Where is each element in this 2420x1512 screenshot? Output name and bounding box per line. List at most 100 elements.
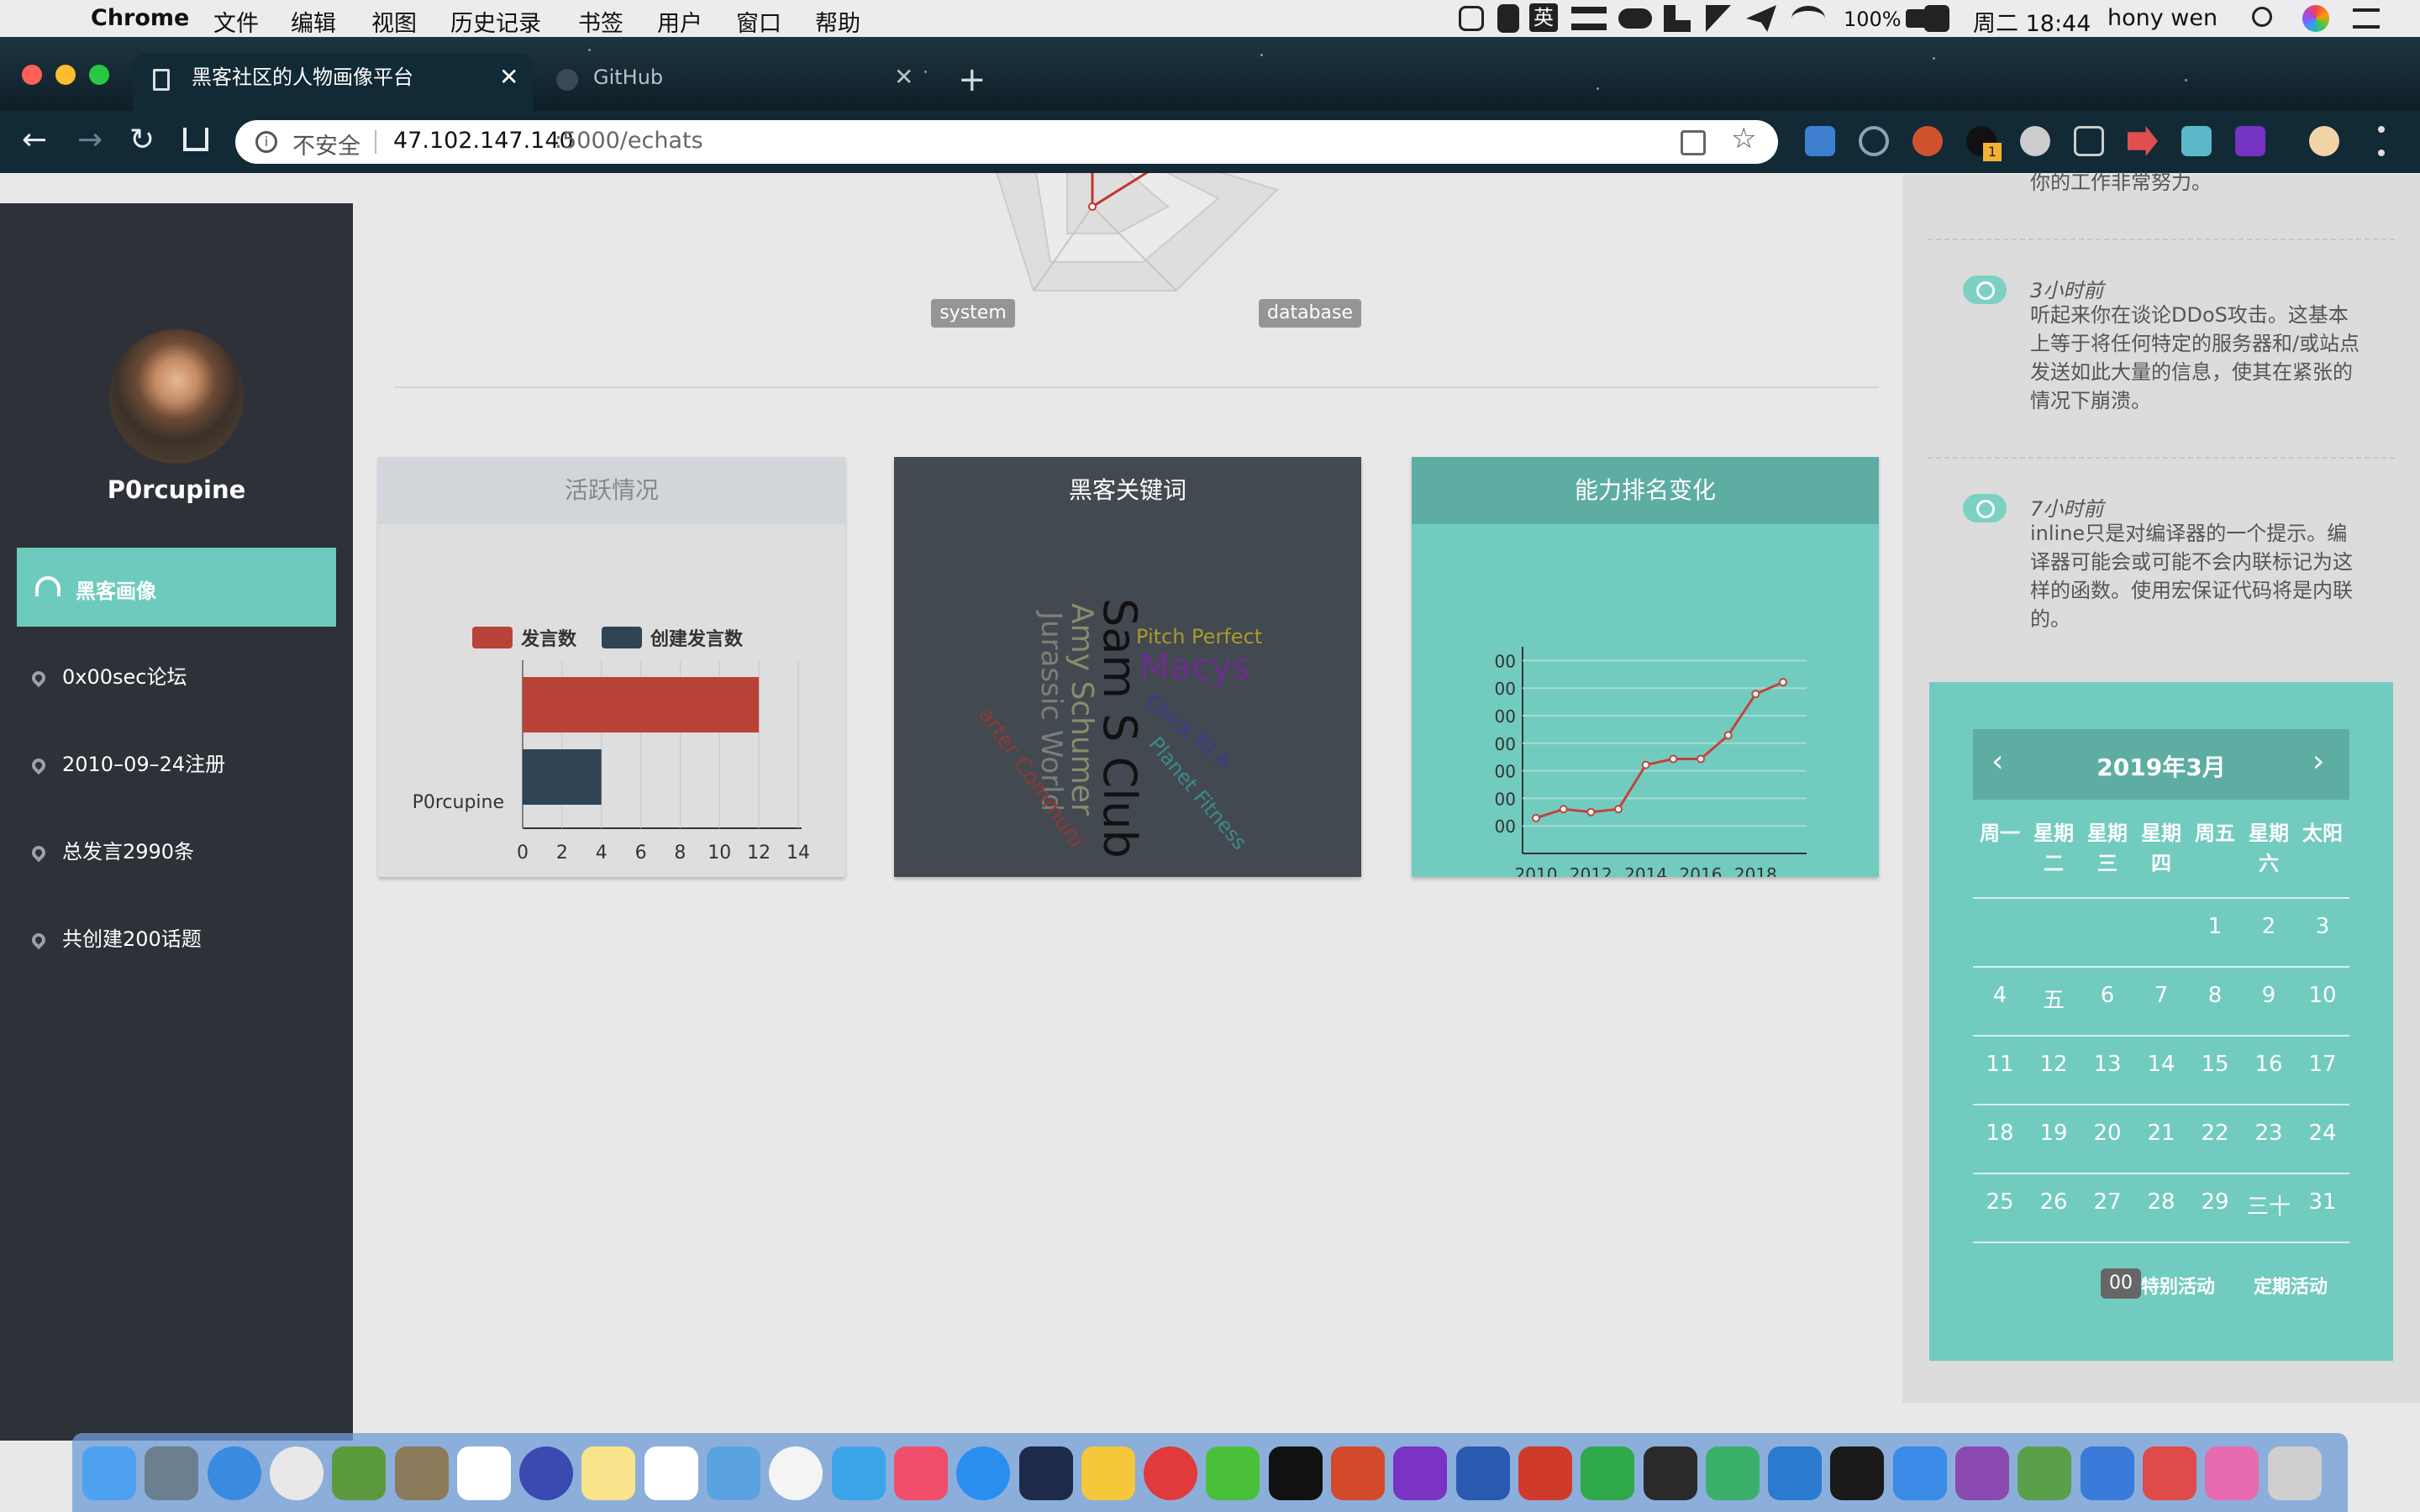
menu-edit[interactable]: 编辑 bbox=[291, 5, 336, 38]
url-path[interactable]: :5000/echats bbox=[555, 128, 703, 154]
menu-view[interactable]: 视图 bbox=[371, 5, 417, 38]
menu-help[interactable]: 帮助 bbox=[815, 5, 860, 38]
dock-qq-icon[interactable] bbox=[1268, 1446, 1323, 1500]
chrome-menu-icon[interactable] bbox=[2378, 126, 2385, 156]
input-method-icon[interactable]: 英 bbox=[1529, 3, 1558, 32]
dock-notes-icon[interactable] bbox=[581, 1446, 636, 1500]
dock-app-16-icon[interactable] bbox=[1018, 1446, 1073, 1500]
calendar-day[interactable]: 27 bbox=[2081, 1189, 2134, 1215]
calendar-day[interactable]: 8 bbox=[2188, 983, 2242, 1008]
status-icon-4[interactable] bbox=[1571, 7, 1607, 30]
dock-vscode-icon[interactable] bbox=[1768, 1446, 1823, 1500]
calendar-day[interactable]: 9 bbox=[2242, 983, 2296, 1008]
dock-siri-icon[interactable] bbox=[519, 1446, 574, 1500]
extension-6-icon[interactable] bbox=[2074, 126, 2104, 156]
window-close-button[interactable] bbox=[22, 65, 42, 85]
nav-item-registered[interactable]: 2010–09–24注册 bbox=[29, 748, 225, 777]
notification-center-icon[interactable] bbox=[2353, 8, 2380, 29]
new-tab-button[interactable]: + bbox=[958, 60, 986, 99]
extension-5-icon[interactable] bbox=[2020, 126, 2050, 156]
bookmark-star-icon[interactable]: ☆ bbox=[1731, 122, 1756, 155]
menu-history[interactable]: 历史记录 bbox=[450, 5, 541, 38]
calendar-day[interactable]: 五 bbox=[2027, 983, 2081, 1014]
extension-4-icon[interactable]: 1 bbox=[1966, 126, 2002, 161]
dock-photos-icon[interactable] bbox=[769, 1446, 823, 1500]
nav-item-post-count[interactable]: 总发言2990条 bbox=[29, 835, 194, 864]
user-name[interactable]: hony wen bbox=[2107, 5, 2217, 31]
dock-messages-icon[interactable] bbox=[831, 1446, 886, 1500]
calendar-day[interactable]: 10 bbox=[2296, 983, 2349, 1008]
dock-android-studio-icon[interactable] bbox=[2018, 1446, 2072, 1500]
dock-launchpad-icon[interactable] bbox=[145, 1446, 199, 1500]
menu-people[interactable]: 用户 bbox=[657, 5, 702, 38]
calendar-day[interactable]: 2 bbox=[2242, 914, 2296, 939]
special-events-link[interactable]: 特别活动 bbox=[2141, 1272, 2215, 1299]
calendar-day[interactable]: 3 bbox=[2296, 914, 2349, 939]
dock-app-33-icon[interactable] bbox=[2080, 1446, 2134, 1500]
app-menu[interactable]: Chrome bbox=[91, 5, 189, 31]
calendar-day[interactable]: 24 bbox=[2296, 1121, 2349, 1146]
extension-2-icon[interactable] bbox=[1859, 126, 1889, 156]
security-label[interactable]: 不安全 bbox=[292, 128, 360, 160]
clock[interactable]: 周二 18:44 bbox=[1973, 5, 2091, 38]
nav-item-hacker-profile[interactable]: 黑客画像 bbox=[17, 548, 336, 627]
dock-trash-icon[interactable] bbox=[2267, 1446, 2322, 1500]
status-icon-1[interactable] bbox=[1459, 6, 1484, 31]
layout-icon[interactable] bbox=[1664, 5, 1691, 32]
translate-icon[interactable] bbox=[1681, 130, 1706, 155]
dock-app-5-icon[interactable] bbox=[332, 1446, 387, 1500]
dock-mail-app-icon[interactable] bbox=[1518, 1446, 1572, 1500]
window-zoom-button[interactable] bbox=[89, 65, 109, 85]
calendar-day[interactable]: 6 bbox=[2081, 983, 2134, 1008]
dock-calendar-icon[interactable] bbox=[456, 1446, 511, 1500]
calendar-day[interactable]: 18 bbox=[1973, 1121, 2027, 1146]
calendar-day[interactable]: 7 bbox=[2134, 983, 2188, 1008]
calendar-day[interactable]: 20 bbox=[2081, 1121, 2134, 1146]
nav-item-forum[interactable]: 0x00sec论坛 bbox=[29, 660, 187, 690]
window-minimize-button[interactable] bbox=[55, 65, 76, 85]
calendar-day[interactable]: 25 bbox=[1973, 1189, 2027, 1215]
calendar-day[interactable]: 17 bbox=[2296, 1052, 2349, 1077]
calendar-day[interactable]: 28 bbox=[2134, 1189, 2188, 1215]
menu-window[interactable]: 窗口 bbox=[736, 5, 781, 38]
menu-file[interactable]: 文件 bbox=[213, 5, 259, 38]
onenote-ext-icon[interactable] bbox=[2235, 126, 2265, 156]
dock-netease-music-icon[interactable] bbox=[1144, 1446, 1198, 1500]
forward-icon[interactable]: → bbox=[77, 123, 103, 157]
tab-close-icon[interactable]: ✕ bbox=[894, 54, 913, 101]
cloud-icon[interactable] bbox=[1618, 8, 1652, 29]
tab-close-icon[interactable]: ✕ bbox=[499, 54, 518, 101]
dock-app-35-icon[interactable] bbox=[2205, 1446, 2260, 1500]
calendar-day[interactable]: 1 bbox=[2188, 914, 2242, 939]
calendar-day[interactable]: 11 bbox=[1973, 1052, 2027, 1077]
dock-app-store-icon[interactable] bbox=[956, 1446, 1011, 1500]
calendar-day[interactable]: 16 bbox=[2242, 1052, 2296, 1077]
dock-app-34-icon[interactable] bbox=[2142, 1446, 2196, 1500]
siri-icon[interactable] bbox=[2302, 5, 2329, 32]
dock-chrome-icon[interactable] bbox=[269, 1446, 324, 1500]
dock-h-app-icon[interactable] bbox=[1705, 1446, 1760, 1500]
profile-avatar-icon[interactable] bbox=[2309, 126, 2339, 156]
dock-powerpoint-icon[interactable] bbox=[1331, 1446, 1385, 1500]
dock-preview-icon[interactable] bbox=[394, 1446, 449, 1500]
calendar-day[interactable]: 4 bbox=[1973, 983, 2027, 1008]
spotlight-search-icon[interactable] bbox=[2252, 7, 2272, 27]
calendar-day[interactable]: 三十 bbox=[2242, 1189, 2296, 1221]
nav-item-topic-count[interactable]: 共创建200话题 bbox=[29, 922, 202, 952]
p-status-icon[interactable] bbox=[1706, 5, 1731, 32]
dock-github-desktop-icon[interactable] bbox=[1955, 1446, 2009, 1500]
dock-intellij-icon[interactable] bbox=[1830, 1446, 1885, 1500]
dock-reminders-icon[interactable] bbox=[644, 1446, 698, 1500]
home-icon[interactable] bbox=[183, 128, 208, 151]
calendar-day[interactable]: 26 bbox=[2027, 1189, 2081, 1215]
tab-active[interactable]: 黑客社区的人物画像平台 ✕ bbox=[133, 54, 533, 111]
calendar-day[interactable]: 23 bbox=[2242, 1121, 2296, 1146]
calendar-day[interactable]: 31 bbox=[2296, 1189, 2349, 1215]
dock-pycharm-icon[interactable] bbox=[1643, 1446, 1697, 1500]
extension-3-icon[interactable] bbox=[1912, 126, 1943, 156]
calendar-day[interactable]: 29 bbox=[2188, 1189, 2242, 1215]
menu-bookmarks[interactable]: 书签 bbox=[578, 5, 623, 38]
microphone-status-icon[interactable] bbox=[1497, 4, 1519, 33]
calendar-day[interactable]: 22 bbox=[2188, 1121, 2242, 1146]
tab-github[interactable]: GitHub ✕ bbox=[538, 54, 924, 111]
